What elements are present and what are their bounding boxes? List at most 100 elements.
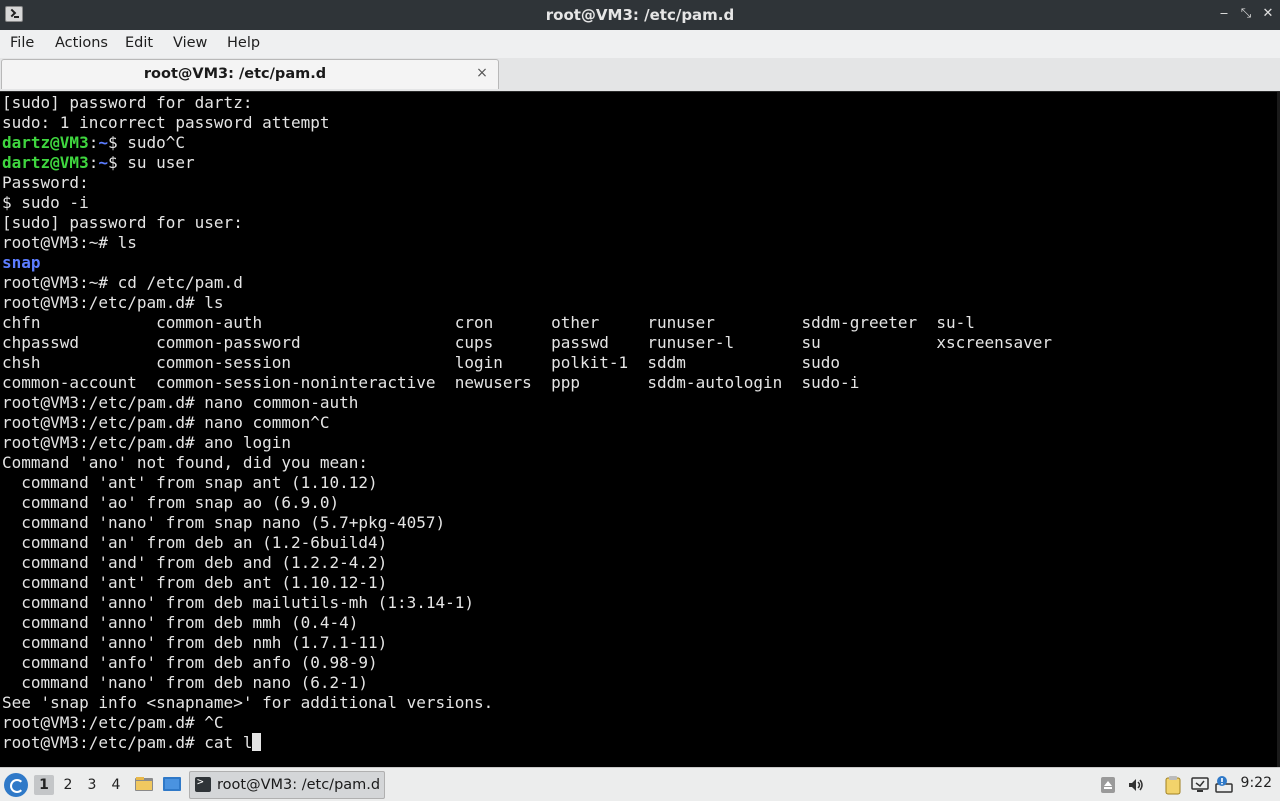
- terminal-text: root@VM3:/etc/pam.d# ls: [2, 293, 224, 312]
- terminal-line: root@VM3:/etc/pam.d# ^C: [2, 713, 1276, 733]
- terminal-text: command 'nano' from snap nano (5.7+pkg-4…: [2, 513, 446, 532]
- terminal-line: command 'and' from deb and (1.2.2-4.2): [2, 553, 1276, 573]
- display-icon[interactable]: [1190, 775, 1210, 795]
- terminal-text: command 'nano' from deb nano (6.2-1): [2, 673, 369, 692]
- terminal-line: dartz@VM3:~$ su user: [2, 153, 195, 172]
- directory-entry: snap: [2, 253, 41, 272]
- menu-bar: File Actions Edit View Help: [0, 30, 1280, 59]
- maximize-button[interactable]: ⤡: [1237, 5, 1255, 23]
- terminal-text: chfn common-auth cron other runuser sddm…: [2, 313, 975, 332]
- terminal-line: root@VM3:/etc/pam.d# cat l: [2, 733, 1276, 753]
- taskbar-task-terminal[interactable]: root@VM3: /etc/pam.d: [189, 771, 385, 799]
- clock[interactable]: 9:22: [1241, 775, 1272, 791]
- terminal-text: root@VM3:/etc/pam.d# nano common^C: [2, 413, 330, 432]
- terminal-line: root@VM3:/etc/pam.d# nano common-auth: [2, 393, 1276, 413]
- terminal-text: command 'anno' from deb mmh (0.4-4): [2, 613, 359, 632]
- terminal-text: root@VM3:/etc/pam.d# cat l: [2, 733, 253, 752]
- terminal-line: root@VM3:~# cd /etc/pam.d: [2, 273, 1276, 293]
- terminal-view[interactable]: [sudo] password for dartz: sudo: 1 incorr…: [0, 91, 1280, 768]
- terminal-line: chsh common-session login polkit-1 sddm …: [2, 353, 1276, 373]
- terminal-text: command 'an' from deb an (1.2-6build4): [2, 533, 388, 552]
- prompt-path: ~: [98, 133, 108, 152]
- terminal-line: command 'nano' from deb nano (6.2-1): [2, 673, 1276, 693]
- terminal-text: root@VM3:~# ls: [2, 233, 137, 252]
- workspace-4[interactable]: 4: [106, 775, 126, 795]
- terminal-text: chsh common-session login polkit-1 sddm …: [2, 353, 841, 372]
- terminal-text: root@VM3:/etc/pam.d# ^C: [2, 713, 224, 732]
- terminal-line: command 'anfo' from deb anfo (0.98-9): [2, 653, 1276, 673]
- workspace-1[interactable]: 1: [34, 775, 54, 795]
- terminal-text: Command 'ano' not found, did you mean:: [2, 453, 369, 472]
- tab-close-icon[interactable]: ×: [474, 65, 490, 81]
- taskbar: 1 2 3 4 root@VM3: /etc/pam.d 9:22: [0, 767, 1280, 801]
- terminal-line: chfn common-auth cron other runuser sddm…: [2, 313, 1276, 333]
- window-title: root@VM3: /etc/pam.d: [545, 6, 735, 24]
- clipboard-icon[interactable]: [1163, 775, 1183, 795]
- terminal-line: dartz@VM3:~$ sudo^C: [2, 133, 186, 152]
- terminal-text: $ sudo^C: [107, 133, 186, 152]
- terminal-text: command 'ao' from snap ao (6.9.0): [2, 493, 340, 512]
- terminal-line: $ sudo -i: [2, 193, 1276, 213]
- tab-terminal[interactable]: root@VM3: /etc/pam.d ×: [1, 59, 499, 89]
- task-label: root@VM3: /etc/pam.d: [217, 777, 381, 793]
- window-titlebar[interactable]: root@VM3: /etc/pam.d ‒ ⤡ ✕: [0, 0, 1280, 30]
- network-icon[interactable]: [1214, 775, 1234, 795]
- prompt-path: ~: [98, 153, 108, 172]
- terminal-output: [sudo] password for dartz: sudo: 1 incorr…: [2, 93, 1276, 768]
- terminal-line: Command 'ano' not found, did you mean:: [2, 453, 1276, 473]
- terminal-text: command 'anfo' from deb anfo (0.98-9): [2, 653, 378, 672]
- terminal-text: Password:: [2, 173, 89, 192]
- terminal-text: command 'anno' from deb nmh (1.7.1-11): [2, 633, 388, 652]
- terminal-line: See 'snap info <snapname>' for additiona…: [2, 693, 1276, 713]
- start-menu-icon[interactable]: [4, 773, 28, 797]
- terminal-text: command 'ant' from snap ant (1.10.12): [2, 473, 378, 492]
- tab-bar: root@VM3: /etc/pam.d ×: [0, 58, 1280, 91]
- menu-edit[interactable]: Edit: [125, 34, 153, 52]
- terminal-text: command 'and' from deb and (1.2.2-4.2): [2, 553, 388, 572]
- terminal-line: command 'ao' from snap ao (6.9.0): [2, 493, 1276, 513]
- terminal-line: root@VM3:/etc/pam.d# ls: [2, 293, 1276, 313]
- terminal-line: command 'anno' from deb nmh (1.7.1-11): [2, 633, 1276, 653]
- text-cursor: [252, 733, 262, 751]
- terminal-line: command 'anno' from deb mailutils-mh (1:…: [2, 593, 1276, 613]
- terminal-line: sudo: 1 incorrect password attempt: [2, 113, 1276, 133]
- terminal-line: root@VM3:/etc/pam.d# ano login: [2, 433, 1276, 453]
- terminal-text: [sudo] password for user:: [2, 213, 243, 232]
- terminal-line: common-account common-session-noninterac…: [2, 373, 1276, 393]
- eject-icon[interactable]: [1098, 775, 1118, 795]
- terminal-text: root@VM3:~# cd /etc/pam.d: [2, 273, 243, 292]
- terminal-text: root@VM3:/etc/pam.d# nano common-auth: [2, 393, 359, 412]
- tab-label: root@VM3: /etc/pam.d: [143, 66, 327, 82]
- close-window-button[interactable]: ✕: [1259, 5, 1277, 23]
- terminal-line: root@VM3:/etc/pam.d# nano common^C: [2, 413, 1276, 433]
- terminal-line: [sudo] password for dartz:: [2, 93, 1276, 113]
- terminal-line: [sudo] password for user:: [2, 213, 1276, 233]
- terminal-text: root@VM3:/etc/pam.d# ano login: [2, 433, 291, 452]
- terminal-icon: [195, 775, 211, 792]
- volume-icon[interactable]: [1126, 775, 1146, 795]
- terminal-text: See 'snap info <snapname>' for additiona…: [2, 693, 494, 712]
- menu-actions[interactable]: Actions: [55, 34, 108, 52]
- terminal-text: sudo: 1 incorrect password attempt: [2, 113, 330, 132]
- minimize-button[interactable]: ‒: [1215, 5, 1233, 23]
- prompt-user: dartz@VM3: [2, 153, 89, 172]
- terminal-text: common-account common-session-noninterac…: [2, 373, 860, 392]
- prompt-user: dartz@VM3: [2, 133, 89, 152]
- workspace-2[interactable]: 2: [58, 775, 78, 795]
- terminal-text: [sudo] password for dartz:: [2, 93, 253, 112]
- terminal-line: Password:: [2, 173, 1276, 193]
- terminal-line: command 'anno' from deb mmh (0.4-4): [2, 613, 1276, 633]
- terminal-line: command 'nano' from snap nano (5.7+pkg-4…: [2, 513, 1276, 533]
- terminal-line: command 'ant' from deb ant (1.10.12-1): [2, 573, 1276, 593]
- terminal-line: snap: [2, 253, 1276, 273]
- menu-view[interactable]: View: [173, 34, 207, 52]
- show-desktop-icon[interactable]: [162, 774, 182, 794]
- terminal-line: command 'an' from deb an (1.2-6build4): [2, 533, 1276, 553]
- file-manager-icon[interactable]: [134, 774, 154, 794]
- menu-file[interactable]: File: [10, 34, 34, 52]
- terminal-text: chpasswd common-password cups passwd run…: [2, 333, 1052, 352]
- menu-help[interactable]: Help: [227, 34, 260, 52]
- workspace-3[interactable]: 3: [82, 775, 102, 795]
- terminal-text: $ sudo -i: [2, 193, 89, 212]
- terminal-text: command 'anno' from deb mailutils-mh (1:…: [2, 593, 475, 612]
